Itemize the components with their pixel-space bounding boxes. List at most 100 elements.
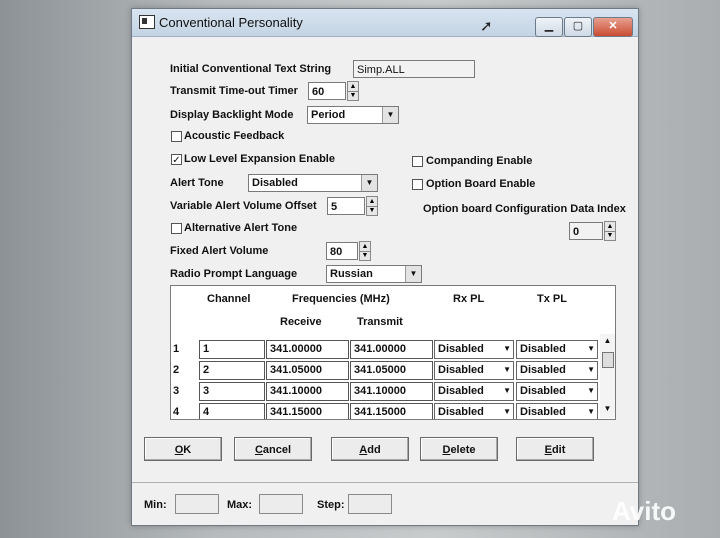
channel-cell[interactable]: 3: [199, 382, 265, 401]
app-icon: [139, 15, 155, 29]
var-vol-spinner[interactable]: ▲ ▼: [366, 196, 378, 216]
prompt-lang-select[interactable]: Russian ▼: [326, 265, 422, 283]
col-channel-header: Channel: [207, 293, 251, 305]
fixed-vol-input[interactable]: 80: [326, 242, 358, 260]
txpl-select[interactable]: Disabled ▼: [516, 403, 598, 419]
backlight-label: Display Backlight Mode: [170, 109, 294, 121]
initial-text-input[interactable]: Simp.ALL: [353, 60, 475, 78]
channel-cell[interactable]: 4: [199, 403, 265, 419]
txpl-select[interactable]: Disabled ▼: [516, 382, 598, 401]
txpl-select[interactable]: Disabled ▼: [516, 361, 598, 380]
chevron-down-icon[interactable]: ▼: [405, 266, 421, 282]
receive-cell[interactable]: 341.10000: [266, 382, 349, 401]
ok-label: K: [183, 444, 192, 456]
spin-down-icon[interactable]: ▼: [348, 91, 358, 100]
optionboard-label: Option Board Enable: [426, 178, 536, 190]
minimize-button[interactable]: ▁: [535, 17, 563, 37]
opt-cfg-spinner[interactable]: ▲ ▼: [604, 221, 616, 241]
ok-mnemonic: O: [174, 444, 184, 456]
rxpl-value: Disabled: [438, 385, 484, 397]
backlight-select[interactable]: Period ▼: [307, 106, 399, 124]
prompt-lang-value: Russian: [330, 268, 373, 280]
var-vol-label: Variable Alert Volume Offset: [170, 200, 317, 212]
close-button[interactable]: ✕: [593, 17, 633, 37]
maximize-button[interactable]: ▢: [564, 17, 592, 37]
scroll-thumb[interactable]: [602, 352, 614, 368]
cancel-button[interactable]: Cancel: [234, 437, 312, 461]
chevron-down-icon[interactable]: ▼: [587, 386, 595, 395]
channel-cell[interactable]: 1: [199, 340, 265, 359]
opt-cfg-label: Option board Configuration Data Index: [423, 203, 626, 215]
spin-down-icon[interactable]: ▼: [360, 251, 370, 260]
min-field: [175, 494, 219, 514]
window-title: Conventional Personality: [159, 15, 303, 30]
rxpl-select[interactable]: Disabled ▼: [434, 382, 514, 401]
acoustic-checkbox[interactable]: [171, 131, 182, 142]
edit-button[interactable]: Edit: [516, 437, 594, 461]
ok-button[interactable]: OK: [144, 437, 222, 461]
tot-spinner[interactable]: ▲ ▼: [347, 81, 359, 101]
lowlevel-checkbox[interactable]: ✓: [171, 154, 182, 166]
chevron-down-icon[interactable]: ▼: [361, 175, 377, 191]
delete-button[interactable]: Delete: [420, 437, 498, 461]
edit-label: dit: [551, 444, 566, 456]
row-number: 2: [173, 364, 180, 376]
chevron-down-icon[interactable]: ▼: [503, 365, 511, 374]
transmit-cell[interactable]: 341.00000: [350, 340, 433, 359]
edit-mnemonic: E: [544, 444, 552, 456]
tot-label: Transmit Time-out Timer: [170, 85, 298, 97]
alert-tone-select[interactable]: Disabled ▼: [248, 174, 378, 192]
mouse-cursor-icon: ➚: [480, 18, 493, 35]
receive-cell[interactable]: 341.00000: [266, 340, 349, 359]
spin-down-icon[interactable]: ▼: [367, 206, 377, 215]
prompt-lang-label: Radio Prompt Language: [170, 268, 298, 280]
transmit-cell[interactable]: 341.10000: [350, 382, 433, 401]
alt-alert-checkbox[interactable]: [171, 223, 182, 234]
cancel-label: ancel: [262, 444, 292, 456]
chevron-down-icon[interactable]: ▼: [382, 107, 398, 123]
spin-down-icon[interactable]: ▼: [605, 231, 615, 240]
rxpl-select[interactable]: Disabled ▼: [434, 361, 514, 380]
chevron-down-icon[interactable]: ▼: [587, 407, 595, 416]
optionboard-checkbox[interactable]: [412, 179, 423, 190]
row-number: 4: [173, 406, 180, 418]
transmit-cell[interactable]: 341.15000: [350, 403, 433, 419]
receive-cell[interactable]: 341.05000: [266, 361, 349, 380]
scroll-up-icon[interactable]: ▲: [600, 336, 615, 345]
txpl-value: Disabled: [520, 343, 566, 355]
channel-table: Channel Frequencies (MHz) Rx PL Tx PL Re…: [170, 285, 616, 420]
chevron-down-icon[interactable]: ▼: [503, 344, 511, 353]
row-number: 3: [173, 385, 180, 397]
max-label: Max:: [227, 499, 253, 511]
txpl-select[interactable]: Disabled ▼: [516, 340, 598, 359]
receive-cell[interactable]: 341.15000: [266, 403, 349, 419]
title-bar[interactable]: Conventional Personality ➚ ▁ ▢ ✕: [132, 9, 638, 37]
table-scrollbar[interactable]: ▲ ▼: [600, 334, 615, 418]
fixed-vol-spinner[interactable]: ▲ ▼: [359, 241, 371, 261]
alert-tone-label: Alert Tone: [170, 177, 224, 189]
transmit-cell[interactable]: 341.05000: [350, 361, 433, 380]
txpl-value: Disabled: [520, 385, 566, 397]
cancel-mnemonic: C: [254, 444, 263, 456]
add-button[interactable]: Add: [331, 437, 409, 461]
fixed-vol-label: Fixed Alert Volume: [170, 245, 269, 257]
step-field: [348, 494, 392, 514]
alert-tone-value: Disabled: [252, 177, 298, 189]
opt-cfg-input[interactable]: 0: [569, 222, 603, 240]
chevron-down-icon[interactable]: ▼: [503, 386, 511, 395]
companding-checkbox[interactable]: [412, 156, 423, 167]
rxpl-select[interactable]: Disabled ▼: [434, 340, 514, 359]
tot-input[interactable]: 60: [308, 82, 346, 100]
chevron-down-icon[interactable]: ▼: [503, 407, 511, 416]
avito-watermark: Avito: [612, 496, 677, 526]
status-bar: Min: Max: Step:: [132, 482, 638, 525]
chevron-down-icon[interactable]: ▼: [587, 365, 595, 374]
initial-text-label: Initial Conventional Text String: [170, 63, 332, 75]
col-txpl-header: Tx PL: [537, 293, 567, 305]
chevron-down-icon[interactable]: ▼: [587, 344, 595, 353]
rxpl-select[interactable]: Disabled ▼: [434, 403, 514, 419]
channel-cell[interactable]: 2: [199, 361, 265, 380]
scroll-down-icon[interactable]: ▼: [600, 404, 615, 413]
var-vol-input[interactable]: 5: [327, 197, 365, 215]
acoustic-label: Acoustic Feedback: [184, 130, 285, 142]
